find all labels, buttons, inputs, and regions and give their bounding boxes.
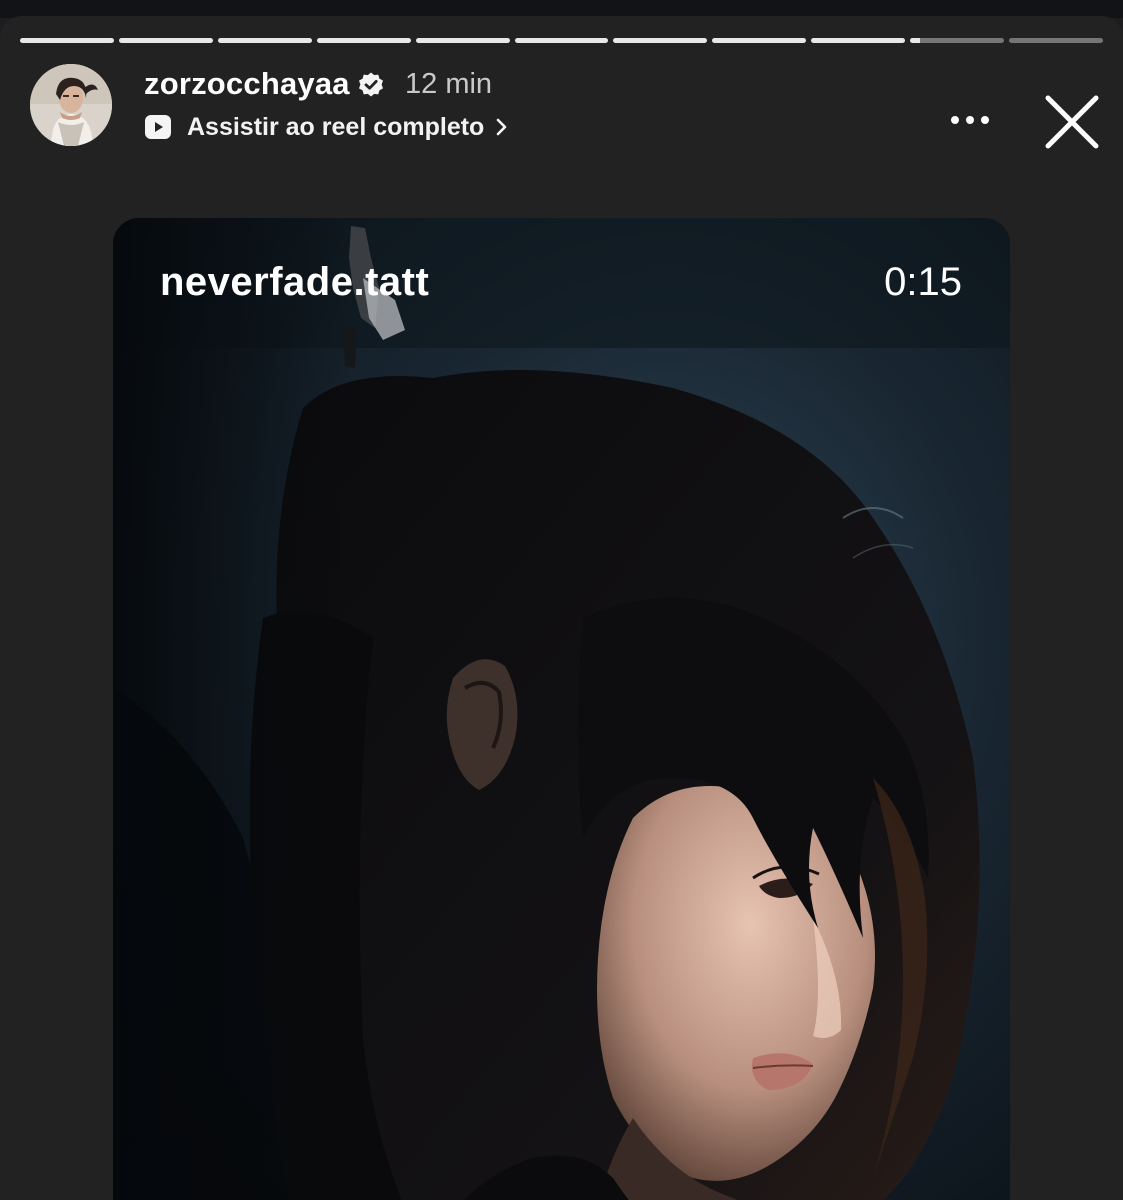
story-progress-fill xyxy=(217,38,312,43)
story-progress-segment xyxy=(910,38,1005,43)
story-username[interactable]: zorzocchayaa xyxy=(144,66,350,102)
more-horizontal-icon xyxy=(951,116,989,124)
avatar-photo xyxy=(30,64,112,146)
story-progress-segment xyxy=(316,38,411,43)
story-progress-fill xyxy=(910,38,920,43)
story-progress-segment xyxy=(514,38,609,43)
verified-badge-icon xyxy=(359,72,383,97)
story-progress-segment xyxy=(217,38,312,43)
watch-full-reel-label: Assistir ao reel completo xyxy=(187,112,485,141)
story-progress-segment xyxy=(118,38,213,43)
story-progress-fill xyxy=(118,38,213,43)
close-button[interactable] xyxy=(1040,90,1104,154)
story-progress-fill xyxy=(316,38,411,43)
reel-duration: 0:15 xyxy=(884,260,962,304)
reel-author-name[interactable]: neverfade.tatt xyxy=(160,260,429,305)
story-progress-segment xyxy=(712,38,807,43)
reel-play-icon xyxy=(145,115,171,139)
story-progress-segment xyxy=(20,38,114,43)
watch-full-reel-link[interactable]: Assistir ao reel completo xyxy=(144,110,510,144)
chevron-right-icon xyxy=(497,118,507,136)
story-progress-segment xyxy=(613,38,708,43)
story-progress-bar xyxy=(20,38,1103,43)
story-progress-fill xyxy=(712,38,807,43)
reel-preview-card[interactable]: neverfade.tatt 0:15 xyxy=(113,218,1010,1200)
close-icon xyxy=(1045,95,1099,149)
reel-preview-image xyxy=(113,218,1010,1200)
story-progress-segment xyxy=(811,38,906,43)
story-time-ago: 12 min xyxy=(405,68,493,100)
story-progress-fill xyxy=(811,38,906,43)
story-progress-segment xyxy=(1009,38,1103,43)
story-progress-fill xyxy=(613,38,708,43)
story-progress-segment xyxy=(415,38,510,43)
avatar[interactable] xyxy=(30,64,112,146)
story-progress-fill xyxy=(415,38,510,43)
story-viewer[interactable]: zorzocchayaa 12 min Assistir ao reel com… xyxy=(0,16,1123,1200)
more-options-button[interactable] xyxy=(944,100,996,140)
story-progress-fill xyxy=(20,38,114,43)
story-progress-fill xyxy=(514,38,609,43)
